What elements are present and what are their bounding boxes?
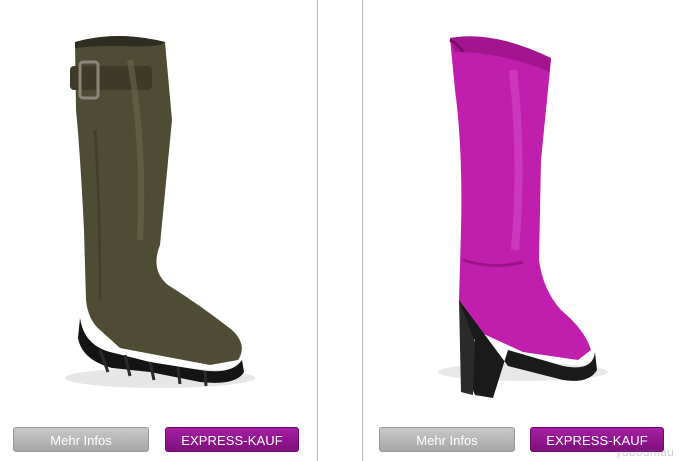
magenta-boot-icon <box>438 36 608 398</box>
olive-boot-image[interactable] <box>0 0 318 420</box>
product-card-magenta-boot: Mehr Infos EXPRESS-KAUF youbumau <box>362 0 680 461</box>
magenta-boot-image[interactable] <box>363 0 680 420</box>
more-info-button[interactable]: Mehr Infos <box>379 427 515 452</box>
product-card-olive-boot: Mehr Infos EXPRESS-KAUF <box>0 0 318 461</box>
grid-gap <box>318 0 362 461</box>
watermark: youbumau <box>615 446 674 459</box>
more-info-button[interactable]: Mehr Infos <box>13 427 149 452</box>
olive-boot-icon <box>65 36 255 388</box>
express-buy-button[interactable]: EXPRESS-KAUF <box>165 427 299 452</box>
